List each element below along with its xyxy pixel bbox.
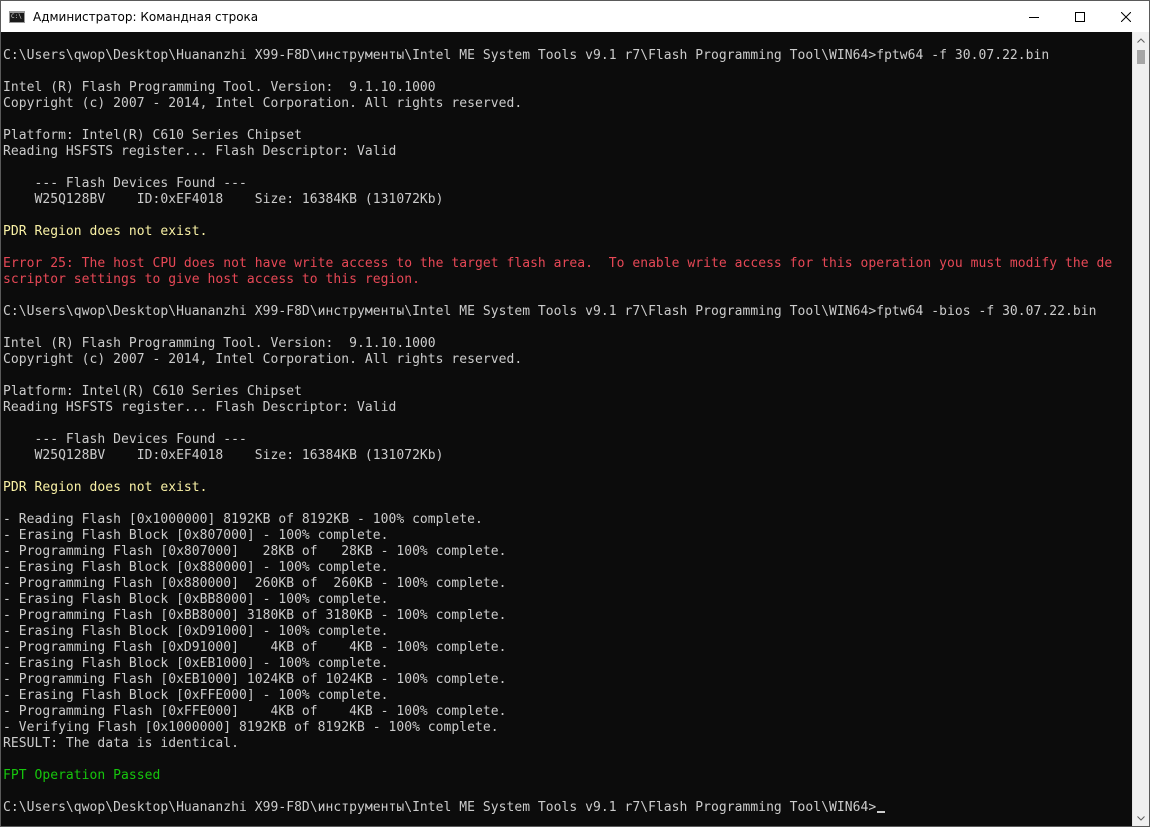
console-line: Reading HSFSTS register... Flash Descrip… (3, 400, 397, 415)
vertical-scrollbar[interactable] (1132, 32, 1149, 826)
close-icon (1121, 11, 1131, 22)
console-output[interactable]: C:\Users\qwop\Desktop\Huananzhi X99-F8D\… (1, 32, 1133, 826)
cmd-window: C:\ Администратор: Командная строка C:\U… (0, 0, 1150, 827)
console-line: - Programming Flash [0x807000] 28KB of 2… (3, 544, 507, 559)
console-line: RESULT: The data is identical. (3, 736, 239, 751)
console-line: PDR Region does not exist. (3, 480, 208, 495)
console-line: - Erasing Flash Block [0xEB1000] - 100% … (3, 656, 389, 671)
console-line: Reading HSFSTS register... Flash Descrip… (3, 144, 397, 159)
console-line: W25Q128BV ID:0xEF4018 Size: 16384KB (131… (3, 448, 444, 463)
close-button[interactable] (1103, 1, 1149, 32)
window-title: Администратор: Командная строка (33, 9, 259, 24)
scroll-up-button[interactable] (1133, 32, 1149, 48)
console-line: - Erasing Flash Block [0x807000] - 100% … (3, 528, 389, 543)
prompt-line[interactable]: C:\Users\qwop\Desktop\Huananzhi X99-F8D\… (3, 800, 1133, 816)
console-line: - Reading Flash [0x1000000] 8192KB of 81… (3, 512, 483, 527)
console-line: Error 25: The host CPU does not have wri… (3, 256, 1113, 271)
console-line: PDR Region does not exist. (3, 224, 208, 239)
console-line: Copyright (c) 2007 - 2014, Intel Corpora… (3, 352, 523, 367)
console-line: - Erasing Flash Block [0xFFE000] - 100% … (3, 688, 389, 703)
title-bar[interactable]: C:\ Администратор: Командная строка (1, 1, 1149, 32)
console-line: - Programming Flash [0xBB8000] 3180KB of… (3, 608, 507, 623)
scroll-down-button[interactable] (1133, 810, 1149, 826)
console-line: C:\Users\qwop\Desktop\Huananzhi X99-F8D\… (3, 304, 1097, 319)
minimize-icon (1029, 16, 1039, 18)
console-text: C:\Users\qwop\Desktop\Huananzhi X99-F8D\… (1, 32, 1133, 816)
scroll-down-arrow-icon (1137, 815, 1145, 821)
console-line: - Verifying Flash [0x1000000] 8192KB of … (3, 720, 499, 735)
window-controls (1011, 1, 1149, 32)
console-line: - Programming Flash [0xD91000] 4KB of 4K… (3, 640, 507, 655)
console-line: - Programming Flash [0xEB1000] 1024KB of… (3, 672, 507, 687)
minimize-button[interactable] (1011, 1, 1057, 32)
console-line: C:\Users\qwop\Desktop\Huananzhi X99-F8D\… (3, 48, 1050, 63)
maximize-button[interactable] (1057, 1, 1103, 32)
console-line: Platform: Intel(R) C610 Series Chipset (3, 128, 302, 143)
prompt-text: C:\Users\qwop\Desktop\Huananzhi X99-F8D\… (3, 800, 877, 815)
scroll-up-arrow-icon (1137, 37, 1145, 43)
console-line: - Erasing Flash Block [0xBB8000] - 100% … (3, 592, 389, 607)
console-line: scriptor settings to give host access to… (3, 272, 420, 287)
maximize-icon (1075, 11, 1085, 22)
cmd-console-icon[interactable]: C:\ (9, 10, 25, 23)
console-line: - Programming Flash [0xFFE000] 4KB of 4K… (3, 704, 507, 719)
console-line: - Erasing Flash Block [0xD91000] - 100% … (3, 624, 389, 639)
console-line: W25Q128BV ID:0xEF4018 Size: 16384KB (131… (3, 192, 444, 207)
console-line: --- Flash Devices Found --- (3, 432, 247, 447)
console-line: - Programming Flash [0x880000] 260KB of … (3, 576, 507, 591)
console-line: --- Flash Devices Found --- (3, 176, 247, 191)
console-line: Platform: Intel(R) C610 Series Chipset (3, 384, 302, 399)
console-line: FPT Operation Passed (3, 768, 161, 783)
console-line: Intel (R) Flash Programming Tool. Versio… (3, 80, 436, 95)
text-cursor (877, 811, 886, 813)
console-line: Copyright (c) 2007 - 2014, Intel Corpora… (3, 96, 523, 111)
console-line: Intel (R) Flash Programming Tool. Versio… (3, 336, 436, 351)
console-line: - Erasing Flash Block [0x880000] - 100% … (3, 560, 389, 575)
scroll-thumb[interactable] (1137, 50, 1145, 64)
